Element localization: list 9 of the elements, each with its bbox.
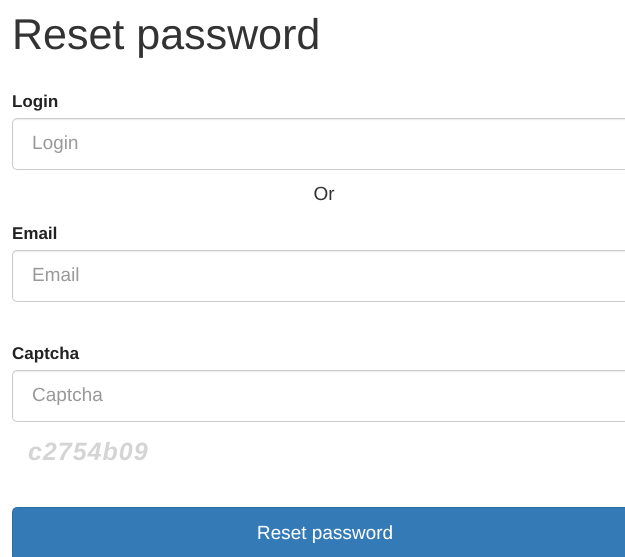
field-label: Captcha (12, 344, 80, 364)
reset-password-button[interactable]: Reset password (12, 507, 625, 557)
field-label: Email (12, 224, 58, 244)
email-field[interactable]: Email (12, 250, 625, 302)
field-label: Login (12, 92, 58, 112)
captcha-field[interactable]: Captcha (12, 370, 625, 422)
login-field[interactable]: Login (12, 118, 625, 170)
page-title: Reset password (12, 10, 320, 61)
separator-text: Or (313, 184, 335, 206)
